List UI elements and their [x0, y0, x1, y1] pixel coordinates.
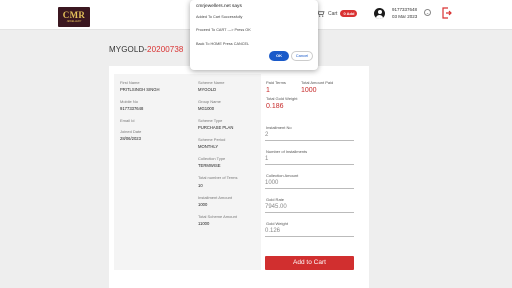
installment-no-field[interactable]: 2 — [265, 131, 354, 141]
dialog-message-line-2: Proceed To CART ---> Press OK — [196, 28, 251, 32]
paid-terms-label: Paid Terms — [266, 80, 286, 85]
user-date: 03 Mar 2023 — [392, 14, 418, 19]
collection-amount-field[interactable]: 1000 — [265, 179, 354, 189]
total-gold-weight-label: Total Gold Weight — [266, 96, 298, 101]
total-terms-label: Total number of Terms — [198, 175, 238, 180]
cart-badge: 0 Add — [340, 10, 358, 17]
num-installments-label: Number of Installments — [266, 149, 308, 154]
num-installments-field[interactable]: 1 — [265, 155, 354, 165]
collection-type-value: TERMWISE — [198, 163, 221, 168]
scheme-period-value: MONTHLY — [198, 144, 219, 149]
cart-label: Cart — [328, 10, 338, 17]
total-scheme-amount-label: Total Scheme Amount — [198, 214, 237, 219]
collection-amount-label: Collection Amount — [266, 173, 299, 178]
group-name-label: Group Name — [198, 99, 221, 104]
chevron-down-icon[interactable]: ⌄ — [424, 9, 431, 16]
page-title-id: 20200738 — [147, 45, 184, 54]
scheme-period-label: Scheme Period — [198, 137, 226, 142]
scheme-name-value: MYGOLD — [198, 87, 217, 92]
logout-icon[interactable] — [442, 7, 452, 19]
joined-date-value: 28/06/2023 — [120, 136, 141, 141]
gold-weight-label: Gold Weight — [266, 221, 288, 226]
paid-terms-value: 1 — [266, 87, 270, 94]
scheme-type-value: PURCHASE PLAN — [198, 125, 234, 130]
dialog-cancel-button[interactable]: Cancel — [291, 51, 313, 61]
user-phone: 9177337648 — [392, 7, 418, 12]
add-to-cart-button[interactable]: Add to Cart — [265, 256, 354, 270]
total-paid-label: Total Amount Paid — [301, 80, 334, 85]
dialog-message-line-3: Back To HOME Press CANCEL — [196, 42, 250, 46]
total-gold-weight-value: 0.186 — [266, 103, 284, 110]
dialog-title: cmrjewellers.net says — [196, 4, 242, 9]
collection-type-label: Collection Type — [198, 156, 226, 161]
total-paid-value: 1000 — [301, 87, 317, 94]
page-title-prefix: MYGOLD- — [109, 45, 148, 54]
cart-button[interactable]: Cart 0 Add — [316, 10, 358, 17]
gold-rate-label: Gold Rate — [266, 197, 285, 202]
installment-no-label: Installment No — [266, 125, 292, 130]
scheme-name-label: Scheme Name — [198, 80, 225, 85]
joined-date-label: Joined Date — [120, 129, 142, 134]
brand-logo[interactable]: CMR JEWELLERY — [58, 7, 90, 27]
logo-subtext: JEWELLERY — [66, 20, 82, 23]
gold-rate-field[interactable]: 7945.00 — [265, 203, 354, 213]
gold-weight-field[interactable]: 0.126 — [265, 227, 354, 237]
email-label: Email Id — [120, 118, 135, 123]
total-scheme-amount-value: 11000 — [198, 221, 210, 226]
first-name-value: PRITLSINGH SINGH — [120, 87, 160, 92]
scheme-type-label: Scheme Type — [198, 118, 223, 123]
logo-text: CMR — [62, 10, 86, 20]
group-name-value: MG1000 — [198, 106, 215, 111]
dialog-ok-button[interactable]: OK — [269, 51, 289, 61]
installment-amount-label: Installment Amount — [198, 195, 233, 200]
installment-amount-value: 1000 — [198, 202, 208, 207]
mobile-label: Mobile No — [120, 99, 139, 104]
page-title: MYGOLD-20200738 — [109, 45, 183, 54]
total-terms-value: 10 — [198, 183, 203, 188]
first-name-label: First Name — [120, 80, 140, 85]
mobile-value: 9177337648 — [120, 106, 144, 111]
user-avatar-icon[interactable] — [374, 8, 385, 19]
dialog-message-line-1: Added To Cart Successfully — [196, 15, 243, 19]
